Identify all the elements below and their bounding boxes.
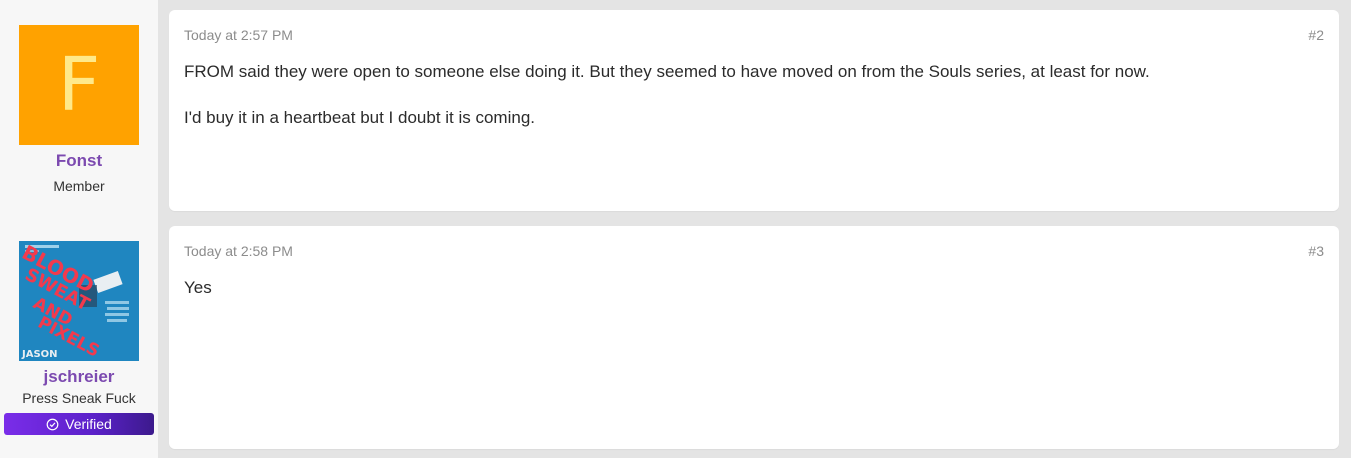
check-circle-icon (46, 418, 59, 430)
post-body: Yes (184, 278, 1324, 298)
avatar-fonst[interactable]: F (19, 25, 139, 145)
post-paragraph: I'd buy it in a heartbeat but I doubt it… (184, 108, 536, 127)
avatar-jschreier[interactable]: BLOOD SWEAT AND PIXELS JASON (19, 241, 139, 361)
cover-author: JASON (21, 349, 58, 360)
post-date[interactable]: Today at 2:57 PM (184, 27, 293, 43)
post-number[interactable]: #3 (1308, 243, 1324, 259)
avatar-letter: F (57, 42, 101, 128)
username-fonst[interactable]: Fonst (0, 151, 158, 171)
verified-badge: Verified (4, 413, 154, 435)
user-title-fonst: Member (53, 178, 105, 194)
post-body: FROM said they were open to someone else… (184, 62, 1324, 128)
user-title-jschreier: Press Sneak Fuck (22, 390, 136, 406)
post-paragraph: Yes (184, 278, 212, 297)
book-cover-avatar-image: BLOOD SWEAT AND PIXELS JASON (19, 241, 139, 361)
post-date[interactable]: Today at 2:58 PM (184, 243, 293, 259)
post-card-2: Today at 2:57 PM #2 FROM said they were … (169, 10, 1339, 211)
post-number[interactable]: #2 (1308, 27, 1324, 43)
post-paragraph: FROM said they were open to someone else… (184, 62, 1150, 81)
verified-label: Verified (65, 416, 112, 432)
username-jschreier[interactable]: jschreier (0, 367, 158, 387)
post-card-3: Today at 2:58 PM #3 Yes (169, 226, 1339, 449)
